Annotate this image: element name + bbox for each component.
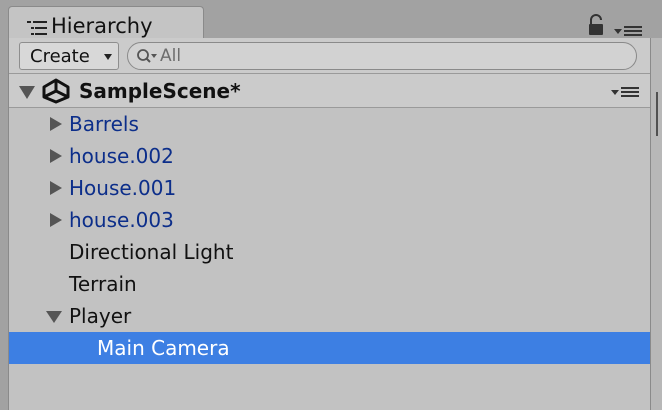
tree-item-barrels[interactable]: Barrels	[9, 108, 651, 140]
tree-item-label: Main Camera	[97, 336, 230, 360]
menu-icon[interactable]	[611, 85, 641, 99]
tree-item-label: house.003	[69, 208, 174, 232]
expand-arrow-icon[interactable]	[46, 311, 62, 323]
tree-item-label: house.002	[69, 144, 174, 168]
tree-item-directional-light[interactable]: Directional Light	[9, 236, 651, 268]
tab-strip: Hierarchy	[0, 0, 662, 40]
tab-title: Hierarchy	[51, 14, 153, 38]
search-icon[interactable]	[136, 48, 160, 66]
tree-item-house-001[interactable]: House.001	[9, 172, 651, 204]
search-field[interactable]	[127, 42, 637, 70]
scene-header[interactable]: SampleScene*	[9, 74, 651, 108]
create-button-label: Create	[30, 46, 90, 67]
scene-name: SampleScene*	[79, 79, 241, 103]
chevron-down-icon	[104, 54, 112, 60]
expand-arrow-icon[interactable]	[19, 86, 35, 99]
tree-item-label: Terrain	[69, 272, 137, 296]
hierarchy-toolbar: Create	[9, 38, 651, 74]
expand-arrow-icon[interactable]	[50, 181, 62, 195]
create-button[interactable]: Create	[19, 42, 119, 70]
tree-item-label: House.001	[69, 176, 177, 200]
tree-item-label: Barrels	[69, 112, 139, 136]
tree-item-main-camera[interactable]: Main Camera	[9, 332, 651, 364]
tree-item-house-003[interactable]: house.003	[9, 204, 651, 236]
tree-item-label: Directional Light	[69, 240, 234, 264]
expand-arrow-icon[interactable]	[50, 213, 62, 227]
tree-item-house-002[interactable]: house.002	[9, 140, 651, 172]
tree-item-player[interactable]: Player	[9, 300, 651, 332]
tab-hierarchy[interactable]: Hierarchy	[8, 6, 204, 40]
splitter-handle[interactable]	[656, 92, 658, 136]
list-icon	[27, 21, 47, 35]
menu-icon[interactable]	[614, 24, 644, 38]
expand-arrow-icon[interactable]	[50, 117, 62, 131]
tree-item-terrain[interactable]: Terrain	[9, 268, 651, 300]
tree-item-label: Player	[69, 304, 132, 328]
hierarchy-panel: Create SampleScene* Barrels	[8, 38, 651, 410]
search-input[interactable]	[160, 45, 620, 67]
lock-icon[interactable]	[588, 14, 604, 36]
unity-icon	[42, 78, 70, 104]
expand-arrow-icon[interactable]	[50, 149, 62, 163]
